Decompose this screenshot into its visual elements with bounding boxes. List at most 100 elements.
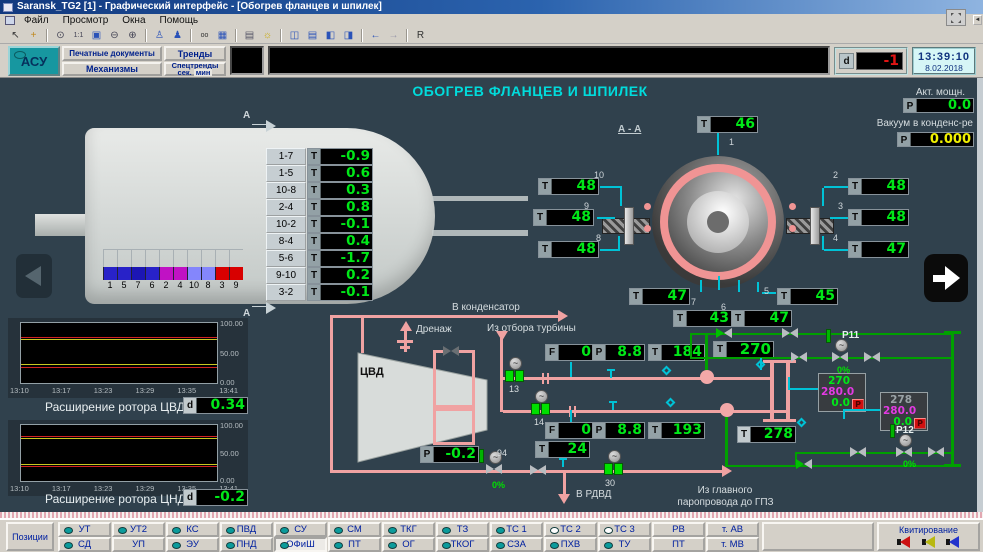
menu-item-3[interactable]: Окна xyxy=(122,14,145,27)
toolbar-cursor-icon[interactable]: ↖ xyxy=(7,28,24,43)
mechanisms-button[interactable]: Механизмы xyxy=(62,62,162,76)
junction-dot xyxy=(720,403,734,417)
regulating-valve[interactable] xyxy=(832,352,849,363)
screen-button-СМ[interactable]: СМ xyxy=(328,522,381,537)
screen-button-ПТ[interactable]: ПТ xyxy=(328,537,381,552)
pipe-segment xyxy=(845,409,880,411)
tag-label: 0% xyxy=(492,480,505,490)
restore-window-button[interactable] xyxy=(946,9,966,26)
regulating-valve[interactable] xyxy=(896,447,913,458)
screen-button-ОГ[interactable]: ОГ xyxy=(382,537,435,552)
screen-button-ТЗ[interactable]: ТЗ xyxy=(436,522,489,537)
aa-temp-2: T48 xyxy=(848,178,909,195)
menu-item-4[interactable]: Помощь xyxy=(160,14,199,27)
screen-button-ТС 2[interactable]: ТС 2 xyxy=(544,522,597,537)
toolbar-actual-size-icon[interactable]: 1:1 xyxy=(70,28,87,43)
ack-red-speaker-icon[interactable] xyxy=(897,536,911,548)
regulating-valve[interactable] xyxy=(486,464,503,475)
screen-button-СУ[interactable]: СУ xyxy=(274,522,327,537)
toolbar-layout-1-icon[interactable]: ◫ xyxy=(286,28,303,43)
toolbar-zoom-out-icon[interactable]: ⊖ xyxy=(106,28,123,43)
toolbar-print-icon[interactable]: ▤ xyxy=(241,28,258,43)
line2-pressure-label: P xyxy=(593,423,606,438)
screen-button-ТУ[interactable]: ТУ xyxy=(598,537,651,552)
screen-button-УТ2[interactable]: УТ2 xyxy=(112,522,165,537)
manual-valve[interactable] xyxy=(782,328,799,339)
spectrends-sec[interactable]: сек. xyxy=(178,69,192,76)
motor-valve-open[interactable] xyxy=(604,463,623,475)
toolbar-operator-icon[interactable]: ♙ xyxy=(151,28,168,43)
spectrends-min[interactable]: мин xyxy=(194,69,213,76)
screen-button-ПВД[interactable]: ПВД xyxy=(220,522,273,537)
arrow-d-icon xyxy=(496,331,508,341)
trends-button[interactable]: Тренды xyxy=(164,46,226,61)
child-window-icon[interactable] xyxy=(5,16,15,25)
screen-button-т. МВ[interactable]: т. МВ xyxy=(706,537,759,552)
screen-button-ТКГ[interactable]: ТКГ xyxy=(382,522,435,537)
aa-temp-9-label: T xyxy=(534,210,547,225)
screen-button-РВ[interactable]: РВ xyxy=(652,522,705,537)
screen-button-ЭУ[interactable]: ЭУ xyxy=(166,537,219,552)
toolbar-pan-hand-icon[interactable]: + xyxy=(25,28,42,43)
screen-button-КС[interactable]: КС xyxy=(166,522,219,537)
controller-p12-p-button[interactable]: P xyxy=(914,418,926,429)
screen-button-СД[interactable]: СД xyxy=(58,537,111,552)
manual-valve[interactable] xyxy=(850,447,867,458)
toolbar-zoom-in-icon[interactable]: ⊕ xyxy=(124,28,141,43)
screen-button-ТКОГ[interactable]: ТКОГ xyxy=(436,537,489,552)
pipe-segment xyxy=(472,408,475,445)
toolbar-layout-4-icon[interactable]: ◨ xyxy=(340,28,357,43)
arrow-u-icon xyxy=(400,321,412,331)
toolbar-image-icon[interactable]: ▦ xyxy=(214,28,231,43)
motor-valve-open[interactable] xyxy=(531,403,550,415)
toolbar-zoom-window-icon[interactable]: ▣ xyxy=(88,28,105,43)
limit-line xyxy=(21,466,217,467)
nav-next-button[interactable] xyxy=(924,254,968,302)
toolbar-layout-3-icon[interactable]: ◧ xyxy=(322,28,339,43)
pipe-segment xyxy=(843,409,845,419)
positions-button[interactable]: Позиции xyxy=(6,522,54,551)
toolbar-forward-icon[interactable]: → xyxy=(385,28,402,43)
toolbar-find-icon[interactable]: oo xyxy=(196,28,213,43)
manual-valve[interactable] xyxy=(864,352,881,363)
valve-left xyxy=(864,352,872,362)
nav-previous-button[interactable] xyxy=(16,254,52,298)
toolbar-layout-2-icon[interactable]: ▤ xyxy=(304,28,321,43)
ack-blue-speaker-icon[interactable] xyxy=(946,536,960,548)
manual-valve[interactable] xyxy=(796,459,813,470)
tag-label: 5 xyxy=(764,286,769,296)
screen-button-ОФиШ[interactable]: ОФиШ xyxy=(274,537,327,552)
screen-button-УП[interactable]: УП xyxy=(112,537,165,552)
screen-button-ПХВ[interactable]: ПХВ xyxy=(544,537,597,552)
pipe-segment xyxy=(542,373,544,384)
scale-color-cell xyxy=(229,267,243,280)
menu-scroll-left-button[interactable]: ◄ xyxy=(973,15,982,25)
print-documents-button[interactable]: Печатные документы xyxy=(62,46,162,61)
screen-button-ТС 3[interactable]: ТС 3 xyxy=(598,522,651,537)
aa-temp-7-value: 47 xyxy=(643,289,689,304)
spectrends-button[interactable]: Спецтренды сек. мин xyxy=(164,62,226,76)
asu-button[interactable]: АСУ xyxy=(8,46,60,76)
screen-button-ПНД[interactable]: ПНД xyxy=(220,537,273,552)
screen-button-СЗА[interactable]: СЗА xyxy=(490,537,543,552)
manual-valve[interactable] xyxy=(928,447,945,458)
manual-valve[interactable] xyxy=(791,352,808,363)
screen-button-ПТ[interactable]: ПТ xyxy=(652,537,705,552)
toolbar-zoom-icon[interactable]: ⊙ xyxy=(52,28,69,43)
menu-item-2[interactable]: Просмотр xyxy=(63,14,109,27)
toolbar-help-bulb-icon[interactable]: ☼ xyxy=(259,28,276,43)
screen-button-т. АВ[interactable]: т. АВ xyxy=(706,522,759,537)
manual-valve[interactable] xyxy=(443,346,460,357)
manual-valve[interactable] xyxy=(530,465,547,476)
menu-item-1[interactable]: Файл xyxy=(24,14,49,27)
toolbar-operator-alt-icon[interactable]: ♟ xyxy=(169,28,186,43)
manual-valve[interactable] xyxy=(716,328,733,339)
screen-button-УТ[interactable]: УТ xyxy=(58,522,111,537)
vacuum-display-label: P xyxy=(898,133,911,146)
toolbar-r-mode-icon[interactable]: R xyxy=(412,28,429,43)
ack-yellow-speaker-icon[interactable] xyxy=(922,536,936,548)
motor-valve-open[interactable] xyxy=(505,370,524,382)
main-steam-label-2: паропровода до ГПЗ xyxy=(648,497,803,508)
screen-button-ТС 1[interactable]: ТС 1 xyxy=(490,522,543,537)
toolbar-back-icon[interactable]: ← xyxy=(367,28,384,43)
